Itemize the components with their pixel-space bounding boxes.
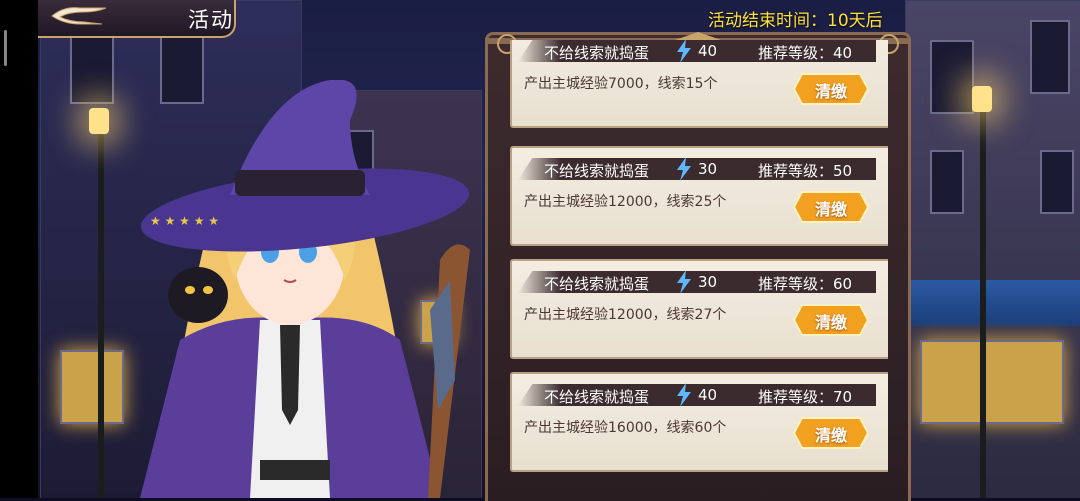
recommended-level: 推荐等级：70 — [758, 386, 852, 407]
reward-text: 产出主城经验12000，线索27个 — [524, 307, 727, 323]
stage-list[interactable]: 不给线索就捣蛋 40 推荐等级：40 产出主城经验7000，线索15个 清缴 不… — [510, 40, 888, 498]
lit-shopfront — [920, 340, 1064, 424]
reward-text: 产出主城经验7000，线索15个 — [524, 76, 718, 92]
recommended-level: 推荐等级：60 — [758, 273, 852, 294]
level-value: 70 — [833, 388, 853, 406]
reward-text: 产出主城经验12000，线索25个 — [524, 194, 727, 210]
level-label: 推荐等级： — [758, 44, 834, 62]
recommended-level: 推荐等级：40 — [758, 42, 852, 63]
lightning-icon — [677, 270, 691, 294]
window — [1040, 150, 1074, 214]
screen-edge — [0, 0, 38, 498]
energy-cost: 40 — [698, 42, 718, 60]
level-value: 40 — [833, 44, 853, 62]
clear-button-label: 清缴 — [814, 426, 847, 445]
clear-button[interactable]: 清缴 — [788, 190, 874, 224]
stage-name: 不给线索就捣蛋 — [544, 162, 650, 180]
clear-button-label: 清缴 — [814, 200, 847, 219]
window — [930, 40, 974, 114]
header-tab: 活动 — [38, 0, 236, 38]
street-lamp-icon — [89, 108, 109, 134]
window — [930, 150, 964, 214]
svg-text:★ ★ ★ ★ ★: ★ ★ ★ ★ ★ — [150, 214, 219, 228]
stage-name: 不给线索就捣蛋 — [544, 388, 650, 406]
stage-card: 不给线索就捣蛋 30 推荐等级：60 产出主城经验12000，线索27个 清缴 — [510, 259, 888, 359]
clear-button[interactable]: 清缴 — [788, 303, 874, 337]
event-timer: 活动结束时间：10天后 — [708, 6, 883, 31]
window — [1030, 20, 1070, 94]
timer-value: 10天后 — [827, 11, 883, 31]
energy-cost: 30 — [698, 160, 718, 178]
stage-card: 不给线索就捣蛋 30 推荐等级：50 产出主城经验12000，线索25个 清缴 — [510, 146, 888, 246]
clear-button[interactable]: 清缴 — [788, 416, 874, 450]
stage-name: 不给线索就捣蛋 — [544, 44, 650, 62]
lit-window — [60, 350, 124, 424]
recommended-level: 推荐等级：50 — [758, 160, 852, 181]
lamp-post — [98, 130, 104, 498]
street-lamp-icon — [972, 86, 992, 112]
back-arrow-icon[interactable] — [44, 2, 114, 30]
reward-text: 产出主城经验16000，线索60个 — [524, 420, 727, 436]
energy-cost: 40 — [698, 386, 718, 404]
timer-label: 活动结束时间： — [708, 11, 827, 31]
energy-cost: 30 — [698, 273, 718, 291]
stage-card: 不给线索就捣蛋 40 推荐等级：70 产出主城经验16000，线索60个 清缴 — [510, 372, 888, 472]
level-label: 推荐等级： — [758, 162, 834, 180]
clear-button-label: 清缴 — [814, 313, 847, 332]
level-value: 50 — [833, 162, 853, 180]
page-title: 活动 — [188, 8, 234, 32]
stage-card: 不给线索就捣蛋 40 推荐等级：40 产出主城经验7000，线索15个 清缴 — [510, 40, 888, 128]
stage-name: 不给线索就捣蛋 — [544, 275, 650, 293]
level-value: 60 — [833, 275, 853, 293]
side-handle — [4, 30, 7, 66]
clear-button-label: 清缴 — [814, 82, 847, 101]
lightning-icon — [677, 157, 691, 181]
lightning-icon — [677, 40, 691, 63]
window — [70, 30, 114, 104]
clear-button[interactable]: 清缴 — [788, 72, 874, 106]
lamp-post — [980, 110, 986, 498]
blue-awning — [905, 280, 1080, 326]
level-label: 推荐等级： — [758, 275, 834, 293]
witch-character: ★ ★ ★ ★ ★ — [140, 80, 470, 498]
lightning-icon — [677, 383, 691, 407]
level-label: 推荐等级： — [758, 388, 834, 406]
